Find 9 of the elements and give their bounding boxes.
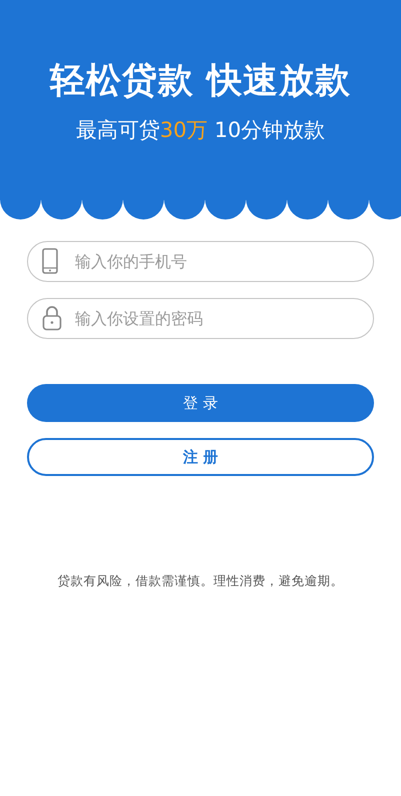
banner-subtitle: 最高可贷30万 10分钟放款 (76, 120, 326, 141)
lock-icon (42, 305, 62, 331)
register-button[interactable]: 注 册 (27, 438, 374, 476)
login-button[interactable]: 登 录 (27, 384, 374, 422)
banner-title: 轻松贷款 快速放款 (50, 64, 352, 99)
phone-field[interactable]: 输入你的手机号 (27, 241, 374, 282)
password-field[interactable]: 输入你设置的密码 (27, 298, 374, 339)
phone-icon (42, 248, 58, 274)
risk-disclaimer: 贷款有风险，借款需谨慎。理性消费，避免逾期。 (56, 572, 344, 590)
